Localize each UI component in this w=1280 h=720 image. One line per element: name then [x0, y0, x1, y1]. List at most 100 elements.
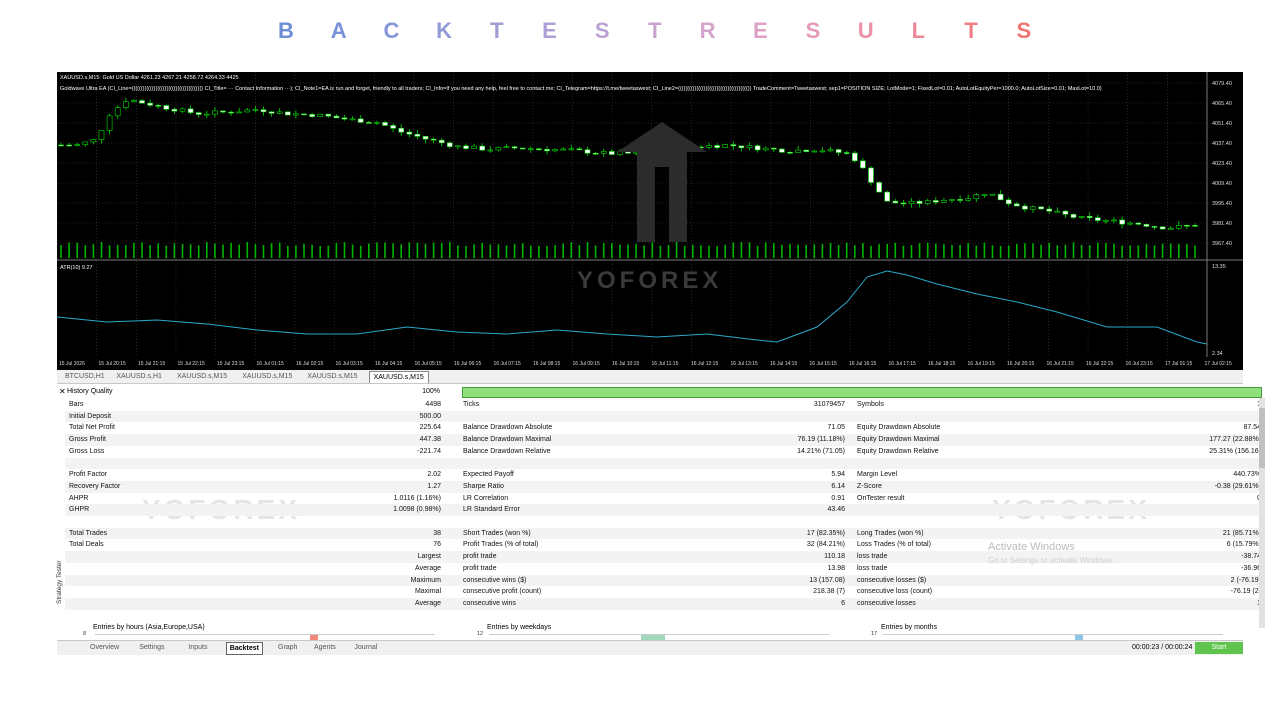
tab-inputs[interactable]: Inputs: [185, 642, 210, 653]
candle-body: [957, 199, 963, 201]
candle-body: [1005, 199, 1012, 205]
ea-parameters-text: Goldwave Ultra EA (CI_Line=(((((((((((((…: [60, 86, 1102, 92]
result-label: Expected Payoff: [463, 471, 514, 479]
result-value: 110.18: [824, 553, 845, 561]
result-value: 76: [433, 541, 441, 549]
chart-tab[interactable]: XAUUSD.s,H1: [112, 371, 166, 382]
price-label: 3995.40: [1212, 201, 1232, 207]
histogram-title: Entries by months: [881, 624, 938, 631]
result-value: Largest: [417, 553, 441, 561]
chart-tab[interactable]: XAUUSD.s,M15: [173, 371, 231, 382]
result-label: profit trade: [463, 564, 497, 572]
result-value: 32 (84.21%): [806, 541, 845, 549]
results-row: AHPR 1.0116 (1.16%) LR Correlation 0.91 OnTe…: [65, 493, 1263, 505]
result-value: 1: [1115, 599, 1261, 608]
time-label: 16 Jul 23:15: [1126, 361, 1153, 367]
time-label: 15 Jul 23:15: [217, 361, 244, 367]
result-label: OnTester result: [857, 494, 905, 502]
result-value: -76.19 (2): [1230, 588, 1261, 596]
result-value: 4498: [425, 401, 441, 408]
start-button[interactable]: Start: [1195, 642, 1243, 654]
time-label: 15 Jul 21:15: [138, 361, 165, 367]
candle-body: [851, 152, 858, 162]
results-row: Initial Deposit 500.00: [65, 410, 1263, 423]
result-label: Short Trades (won %): [463, 529, 531, 537]
results-row: Total Net Profit 225.64 Balance Drawdown A…: [65, 422, 1263, 434]
result-value: 71.05: [827, 424, 845, 432]
candle-body: [139, 100, 145, 104]
candle-body: [803, 149, 810, 152]
candle-body: [90, 139, 97, 143]
chart-tab[interactable]: XAUUSD.s,M15: [238, 371, 296, 382]
result-label: Total Net Profit: [69, 424, 115, 432]
result-value: 21 (85.71%): [1222, 529, 1261, 537]
vertical-scrollbar[interactable]: [1259, 398, 1265, 628]
result-value: Maximum: [410, 576, 441, 584]
candle-body: [568, 148, 575, 151]
results-row: Average consecutive wins 6 consecutive loss…: [65, 597, 1263, 610]
candle-body: [1046, 208, 1053, 212]
title-letter: R: [699, 18, 716, 43]
close-icon[interactable]: ✕: [59, 387, 66, 396]
time-label: 16 Jul 07:15: [494, 361, 521, 367]
candle-body: [754, 145, 761, 151]
chart-tab[interactable]: XAUUSD.s,M15: [303, 371, 361, 382]
price-chart-canvas: 4079.40 4065.40 4051.40 4037.40 4023.40 4009.…: [57, 72, 1243, 367]
candle-body: [981, 194, 988, 196]
result-label: loss trade: [857, 553, 888, 561]
tab-journal[interactable]: Journal: [351, 642, 380, 653]
results-row: GHPR 1.0098 (0.98%) LR Standard Error 43.46: [65, 504, 1263, 516]
candle-body: [252, 109, 259, 111]
time-label: 16 Jul 22:15: [1086, 361, 1113, 367]
tab-agents[interactable]: Agents: [311, 642, 339, 653]
result-value: 87.54: [1243, 424, 1261, 432]
candle-body: [762, 147, 769, 151]
title-letter: S: [594, 18, 610, 43]
candle-body: [106, 115, 113, 131]
candle-body: [843, 152, 850, 154]
candle-body: [398, 128, 405, 133]
candle-body: [584, 149, 591, 154]
results-row: Maximal consecutive profit (count) 218.38 …: [65, 586, 1263, 598]
time-label: 16 Jul 04:15: [375, 361, 402, 367]
candle-body: [900, 202, 907, 205]
result-label: GHPR: [69, 506, 90, 514]
chart-tabs: BTCUSD,H1 XAUUSD.s,H1 XAUUSD.s,M15 XAUUSD.s…: [57, 370, 1243, 384]
result-label: Profit Trades (% of total): [463, 541, 539, 549]
result-label: profit trade: [463, 553, 497, 561]
candle-body: [341, 117, 348, 120]
price-label: 4051.40: [1212, 121, 1232, 127]
chart-tab[interactable]: BTCUSD,H1: [61, 371, 109, 382]
result-label: consecutive wins: [463, 599, 516, 607]
results-row: Gross Profit 447.38 Balance Drawdown Maxim…: [65, 434, 1263, 446]
result-value: Average: [415, 599, 441, 607]
candle-body: [1176, 224, 1182, 229]
result-value: 2 (-76.19): [1230, 576, 1261, 584]
candle-body: [949, 199, 955, 201]
histogram-axis-number: 8: [83, 631, 87, 637]
candle-body: [527, 148, 534, 151]
candle-body: [204, 113, 210, 116]
candle-body: [989, 193, 996, 196]
scrollbar-thumb[interactable]: [1259, 408, 1265, 468]
result-value: -221.74: [417, 447, 441, 455]
result-value: 76.19 (11.18%): [797, 436, 845, 444]
price-chart[interactable]: 4079.40 4065.40 4051.40 4037.40 4023.40 4009.…: [57, 72, 1243, 370]
tab-overview[interactable]: Overview: [87, 642, 122, 653]
tab-settings[interactable]: Settings: [136, 642, 167, 653]
candle-body: [892, 200, 899, 204]
result-value: 6 (15.79%): [1226, 541, 1261, 549]
history-quality-value: 100%: [422, 388, 440, 395]
history-quality-bar: [462, 387, 1262, 398]
title-letter: L: [911, 18, 926, 43]
chart-tab[interactable]: XAUUSD.s,M15: [368, 371, 429, 383]
tab-backtest[interactable]: Backtest: [225, 642, 263, 655]
candle-body: [228, 111, 234, 114]
candle-body: [908, 200, 915, 204]
result-label: Total Deals: [69, 541, 104, 549]
results-row: Bars 4498 Ticks 31079457 Symbols 1: [65, 399, 1263, 411]
tab-graph[interactable]: Graph: [275, 642, 300, 653]
result-value: -38.74: [1241, 553, 1261, 561]
candle-body: [608, 151, 615, 155]
histogram-axis: [95, 634, 435, 635]
